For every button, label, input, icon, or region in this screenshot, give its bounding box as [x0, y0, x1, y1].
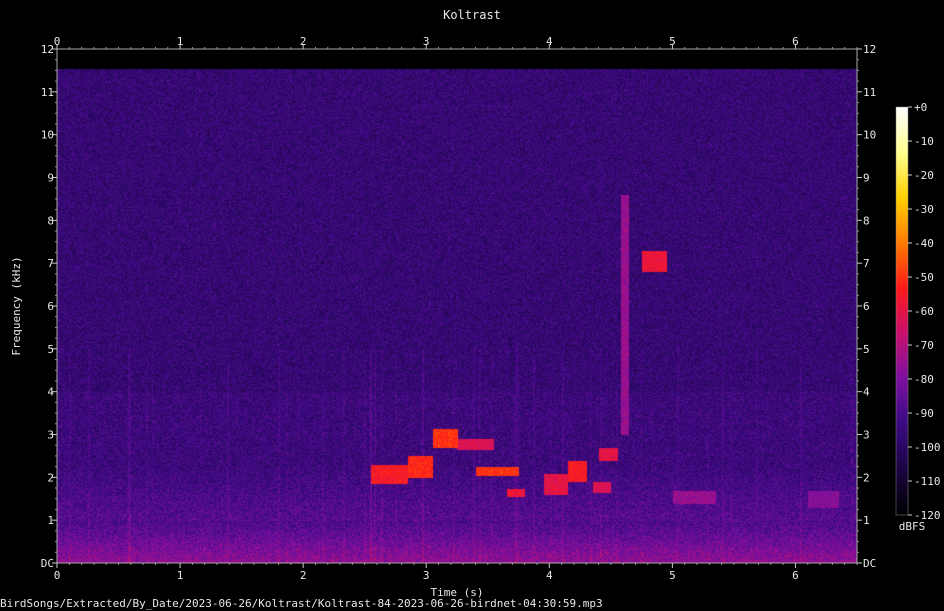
y-tick-label-right: 1	[863, 514, 870, 527]
y-tick-label-right: 12	[863, 43, 876, 56]
y-tick-label-left: 2	[47, 471, 54, 484]
y-tick-label-left: 3	[47, 429, 54, 442]
y-tick-label-left: 11	[41, 86, 54, 99]
x-tick-label-top: 4	[546, 35, 553, 48]
y-tick-label-left: 1	[47, 514, 54, 527]
colorbar-tick-label: -60	[914, 305, 934, 318]
x-tick-label-bottom: 2	[300, 569, 307, 582]
colorbar-tick-label: -90	[914, 407, 934, 420]
x-tick-label-top: 3	[423, 35, 430, 48]
plot-frame	[56, 48, 858, 564]
spectrogram-chart: 0 0 1 1 2 2 3 3 4 4 5 5 6 6 DC DC 1 1 2 2 3 3 4 4 5 5 6 6 7 7 8 8 9 9 10 10…	[0, 0, 944, 611]
x-tick-label-top: 0	[54, 35, 61, 48]
y-tick-label-right: DC	[863, 557, 876, 570]
y-axis-label: Frequency (kHz)	[10, 256, 23, 355]
y-tick-label-right: 4	[863, 386, 870, 399]
x-tick-label-bottom: 4	[546, 569, 553, 582]
colorbar-tick-label: +0	[914, 101, 927, 114]
x-tick-label-bottom: 6	[792, 569, 799, 582]
y-tick-label-left: 6	[47, 300, 54, 313]
file-path-footer: BirdSongs/Extracted/By_Date/2023-06-26/K…	[0, 597, 603, 610]
y-tick-label-right: 2	[863, 471, 870, 484]
colorbar-tick-label: -70	[914, 339, 934, 352]
y-tick-label-right: 5	[863, 343, 870, 356]
x-tick-label-top: 2	[300, 35, 307, 48]
colorbar-tick-label: -40	[914, 237, 934, 250]
y-tick-label-left: 4	[47, 386, 54, 399]
colorbar-tick-label: -10	[914, 135, 934, 148]
x-tick-label-top: 1	[177, 35, 184, 48]
chart-axes: 00112233445566DC DC1 12 23 34 45 56 67 78 89 910 10…	[10, 35, 941, 599]
y-tick-label-left: 8	[47, 214, 54, 227]
colorbar-tick-label: -50	[914, 271, 934, 284]
x-tick-label-bottom: 3	[423, 569, 430, 582]
y-tick-label-right: 11	[863, 86, 876, 99]
y-tick-label-right: 3	[863, 429, 870, 442]
x-tick-label-bottom: 0	[54, 569, 61, 582]
y-tick-label-right: 7	[863, 257, 870, 270]
y-tick-label-left: DC	[41, 557, 54, 570]
y-tick-label-right: 6	[863, 300, 870, 313]
y-tick-label-right: 10	[863, 129, 876, 142]
colorbar-tick-label: -80	[914, 373, 934, 386]
x-tick-label-top: 6	[792, 35, 799, 48]
y-tick-label-left: 5	[47, 343, 54, 356]
colorbar-tick-label: -100	[914, 441, 941, 454]
x-tick-label-top: 5	[669, 35, 676, 48]
y-tick-label-right: 8	[863, 214, 870, 227]
y-tick-label-right: 9	[863, 172, 870, 185]
y-tick-label-left: 12	[41, 43, 54, 56]
y-tick-label-left: 10	[41, 129, 54, 142]
colorbar-tick-label: -30	[914, 203, 934, 216]
colorbar-tick-label: -110	[914, 475, 941, 488]
y-tick-label-left: 7	[47, 257, 54, 270]
x-tick-label-bottom: 1	[177, 569, 184, 582]
x-tick-label-bottom: 5	[669, 569, 676, 582]
colorbar	[895, 106, 909, 516]
y-tick-label-left: 9	[47, 172, 54, 185]
chart-title: Koltrast	[443, 8, 501, 22]
colorbar-tick-label: -20	[914, 169, 934, 182]
colorbar-label: dBFS	[899, 520, 926, 533]
